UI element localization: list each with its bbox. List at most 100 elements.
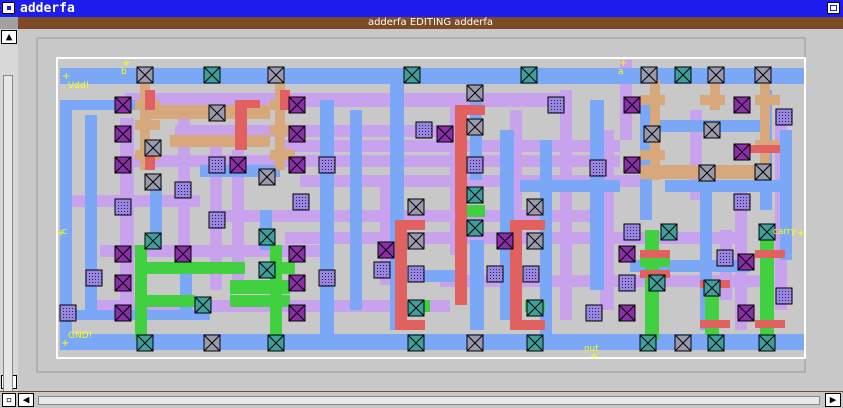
via-dot xyxy=(622,284,623,285)
via-dot xyxy=(431,131,432,132)
via-dot xyxy=(212,166,213,167)
close-icon[interactable] xyxy=(827,2,840,14)
via-dot xyxy=(92,273,93,274)
via-dot xyxy=(419,131,420,132)
via-dot xyxy=(538,272,539,273)
via-dot xyxy=(414,281,415,282)
via-dot xyxy=(178,185,179,186)
via-dot xyxy=(420,275,421,276)
via-dot xyxy=(622,278,623,279)
via-dot xyxy=(334,282,335,283)
via-dot xyxy=(628,284,629,285)
via-dot xyxy=(75,317,76,318)
via-dot xyxy=(417,269,418,270)
via-dot xyxy=(334,285,335,286)
menu-icon[interactable] xyxy=(2,2,15,14)
via-dot xyxy=(628,290,629,291)
via-dot xyxy=(595,314,596,315)
via-dot xyxy=(779,297,780,298)
vertical-scroll-thumb[interactable] xyxy=(3,75,13,401)
via-dot xyxy=(596,169,597,170)
horizontal-scroll-thumb[interactable] xyxy=(38,396,820,405)
via-dot xyxy=(535,269,536,270)
horizontal-scrollbar[interactable]: ▫ ◀ ▶ xyxy=(0,391,843,408)
poly-wire xyxy=(455,105,467,305)
via-dot xyxy=(596,166,597,167)
via-dot xyxy=(178,188,179,189)
arrow-left-icon[interactable]: ◀ xyxy=(18,393,34,407)
via-dot xyxy=(325,169,326,170)
corner-icon[interactable]: ▫ xyxy=(2,393,16,407)
via-dot xyxy=(121,208,122,209)
via-dot xyxy=(740,200,741,201)
arrow-right-icon[interactable]: ▶ xyxy=(825,393,841,407)
poly-wire xyxy=(510,220,545,230)
via-dot xyxy=(599,166,600,167)
via-dot xyxy=(601,317,602,318)
via-dot xyxy=(334,172,335,173)
via-dot xyxy=(218,227,219,228)
via-dot xyxy=(502,281,503,282)
via-dot xyxy=(425,128,426,129)
via-dot xyxy=(302,206,303,207)
via-dot xyxy=(601,311,602,312)
via-dot xyxy=(221,163,222,164)
vertical-scrollbar[interactable]: ▲ ▼ xyxy=(0,29,18,401)
via-dot xyxy=(595,317,596,318)
poly-wire xyxy=(145,90,155,110)
via-dot xyxy=(627,239,628,240)
via-dot xyxy=(181,191,182,192)
title-bar[interactable]: adderfa xyxy=(0,0,843,17)
via-dot xyxy=(121,205,122,206)
via-dot xyxy=(628,287,629,288)
via-dot xyxy=(557,106,558,107)
via-dot xyxy=(788,297,789,298)
via-dot xyxy=(178,194,179,195)
via-dot xyxy=(595,308,596,309)
via-dot xyxy=(215,215,216,216)
via-dot xyxy=(184,197,185,198)
via-dot xyxy=(417,272,418,273)
arrow-up-icon[interactable]: ▲ xyxy=(1,30,17,44)
via-dot xyxy=(411,275,412,276)
via-dot xyxy=(622,287,623,288)
via-dot xyxy=(470,169,471,170)
via-dot xyxy=(89,279,90,280)
via-dot xyxy=(181,194,182,195)
via-dot xyxy=(428,134,429,135)
via-dot xyxy=(121,211,122,212)
via-dot xyxy=(493,269,494,270)
via-dot xyxy=(389,271,390,272)
via-dot xyxy=(633,227,634,228)
via-dot xyxy=(296,200,297,201)
via-dot xyxy=(322,160,323,161)
poly-wire xyxy=(395,220,407,330)
via-dot xyxy=(190,194,191,195)
via-dot xyxy=(380,271,381,272)
via-dot xyxy=(221,218,222,219)
layout-canvas[interactable]: + Vdd! + b + a + c carry + GND! + out + xyxy=(18,29,843,391)
via-dot xyxy=(422,131,423,132)
via-dot xyxy=(779,121,780,122)
via-dot xyxy=(627,233,628,234)
via-dot xyxy=(740,197,741,198)
via-dot xyxy=(187,188,188,189)
port-carry: carry xyxy=(773,227,797,237)
via-dot xyxy=(414,269,415,270)
via-dot xyxy=(723,262,724,263)
via-dot xyxy=(212,218,213,219)
via-dot xyxy=(224,172,225,173)
via-dot xyxy=(782,124,783,125)
via-dot xyxy=(782,303,783,304)
via-dot xyxy=(428,131,429,132)
via-dot xyxy=(785,303,786,304)
via-contact xyxy=(618,274,636,292)
via-dot xyxy=(422,125,423,126)
via-dot xyxy=(636,230,637,231)
via-dot xyxy=(101,279,102,280)
via-dot xyxy=(212,169,213,170)
via-dot xyxy=(377,271,378,272)
via-dot xyxy=(535,281,536,282)
via-dot xyxy=(63,311,64,312)
via-dot xyxy=(221,166,222,167)
